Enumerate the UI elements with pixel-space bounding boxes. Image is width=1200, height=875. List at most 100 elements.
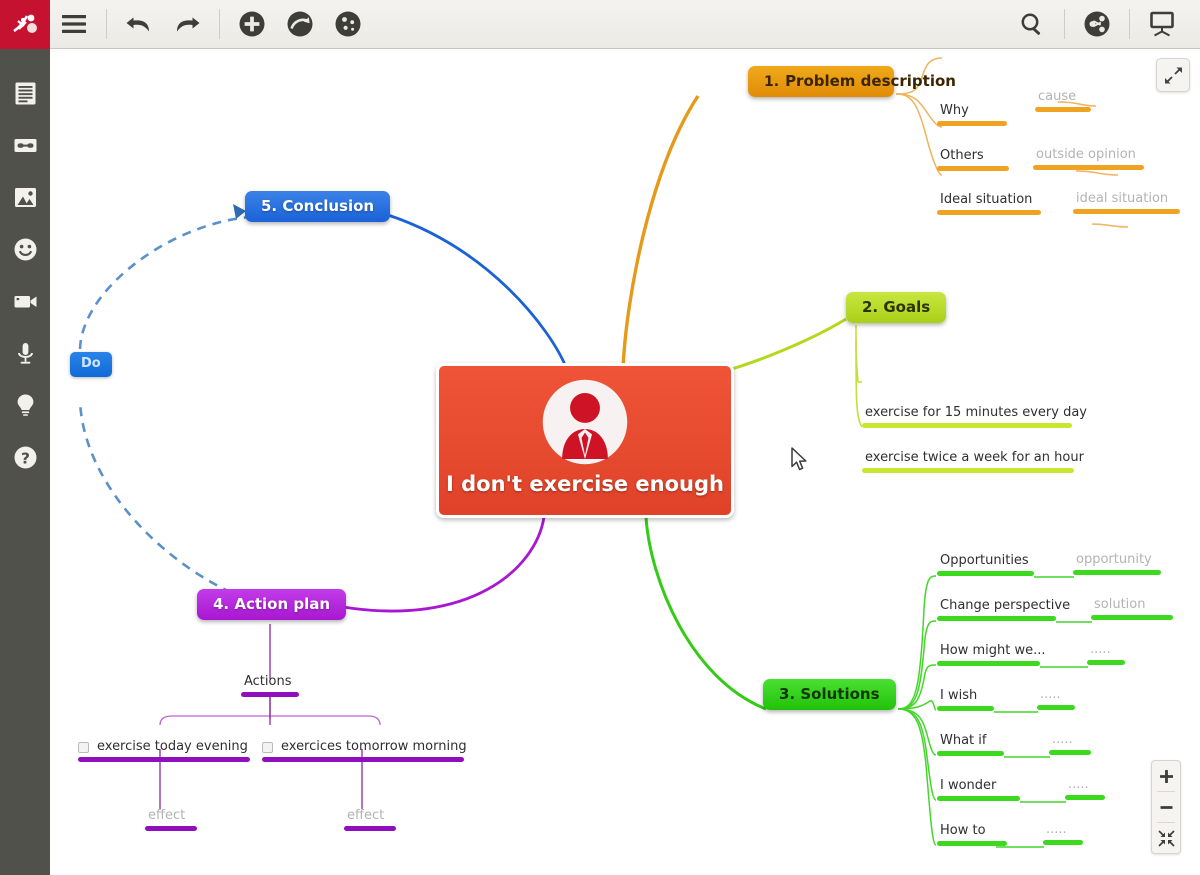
edge-root-conclusion [387, 213, 568, 368]
leaf-how-might-we-value[interactable]: ..... [1087, 640, 1125, 665]
leaf-effect-1[interactable]: effect [145, 806, 197, 831]
toolbar-divider-3 [1064, 9, 1065, 39]
leaf-how-to-value[interactable]: ..... [1043, 820, 1083, 845]
leaf-what-if-value-bar [1049, 750, 1091, 755]
leaf-i-wonder-value-bar [1065, 795, 1105, 800]
undo-button[interactable] [115, 0, 163, 49]
fit-to-screen-button[interactable] [1152, 823, 1180, 853]
mindmap-canvas[interactable]: I don't exercise enough 1. Problem descr… [50, 49, 1200, 875]
redo-button[interactable] [163, 0, 211, 49]
sidebar-item-emoji[interactable] [0, 223, 50, 275]
leaf-opportunities[interactable]: Opportunities [937, 551, 1034, 576]
mindmap-logo-icon [13, 14, 37, 33]
zoom-out-button[interactable] [1152, 792, 1180, 822]
top-toolbar [0, 0, 1200, 49]
plus-icon [1159, 769, 1173, 783]
leaf-i-wish-value[interactable]: ..... [1037, 685, 1075, 710]
leaf-ideal-situation-label: Ideal situation [940, 192, 1033, 207]
branch-node-solutions[interactable]: 3. Solutions [763, 679, 896, 711]
branch-node-problem-description[interactable]: 1. Problem description [748, 66, 956, 98]
leaf-actions-bar [241, 692, 299, 697]
sidebar-item-video[interactable] [0, 275, 50, 327]
leaf-goal-2-label: exercise twice a week for an hour [865, 450, 1084, 465]
expand-arrows-icon [1164, 66, 1182, 84]
expand-button[interactable] [1156, 58, 1190, 92]
leaf-goal-2[interactable]: exercise twice a week for an hour [862, 448, 1087, 473]
task-1-checkbox[interactable] [78, 742, 89, 753]
sidebar-item-idea[interactable] [0, 379, 50, 431]
leaf-goal-1[interactable]: exercise for 15 minutes every day [862, 403, 1090, 428]
leaf-outside-opinion[interactable]: outside opinion [1033, 145, 1144, 170]
question-mark-icon: ? [14, 446, 36, 468]
sidebar-item-note[interactable] [0, 67, 50, 119]
leaf-what-if[interactable]: What if [937, 731, 1004, 756]
leaf-i-wish-bar [937, 706, 994, 711]
leaf-change-perspective[interactable]: Change perspective [937, 596, 1073, 621]
task-2-checkbox[interactable] [262, 742, 273, 753]
leaf-goal-2-bar [862, 468, 1074, 473]
leaf-opportunity[interactable]: opportunity [1073, 550, 1161, 575]
edge-relationship-upper [78, 215, 251, 350]
leaf-solution[interactable]: solution [1091, 595, 1173, 620]
presentation-button[interactable] [1138, 0, 1186, 49]
leaf-others[interactable]: Others [937, 146, 1009, 171]
root-node[interactable]: I don't exercise enough [436, 363, 734, 518]
sidebar-item-help[interactable]: ? [0, 431, 50, 483]
branch-number-1: 1. [764, 73, 780, 90]
leaf-others-label: Others [940, 148, 984, 163]
relationship-label-do[interactable]: Do [70, 352, 112, 377]
leaf-cause[interactable]: cause [1035, 87, 1091, 112]
leaf-others-bar [937, 166, 1009, 171]
sidebar-item-image[interactable] [0, 171, 50, 223]
branch-node-goals[interactable]: 2. Goals [846, 292, 947, 324]
leaf-i-wonder[interactable]: I wonder [937, 776, 1020, 801]
leaf-i-wish-value-bar [1037, 705, 1075, 710]
leaf-how-to[interactable]: How to [937, 821, 1007, 846]
leaf-ideal-situation-value[interactable]: ideal situation [1073, 189, 1180, 214]
branch-node-action-plan[interactable]: 4. Action plan [197, 589, 347, 621]
leaf-task-1[interactable]: exercise today evening [78, 739, 251, 762]
leaf-effect-2[interactable]: effect [344, 806, 396, 831]
note-icon [15, 82, 35, 104]
image-icon [14, 187, 36, 207]
search-button[interactable] [1008, 0, 1056, 49]
relationship-label-text: Do [81, 356, 101, 371]
leaf-how-to-label: How to [940, 823, 986, 838]
leaf-what-if-value[interactable]: ..... [1049, 730, 1091, 755]
sidebar-item-audio[interactable] [0, 327, 50, 379]
leaf-how-to-dots: ..... [1046, 822, 1067, 837]
leaf-what-if-label: What if [940, 733, 987, 748]
branch-node-conclusion[interactable]: 5. Conclusion [245, 191, 391, 223]
leaf-i-wish[interactable]: I wish [937, 686, 994, 711]
edge-action-children [159, 624, 381, 809]
video-icon [14, 295, 36, 307]
zoom-in-button[interactable] [1152, 761, 1180, 791]
leaf-ideal-situation-bar [937, 210, 1041, 215]
leaf-actions[interactable]: Actions [241, 672, 299, 697]
leaf-i-wish-dots: ..... [1040, 687, 1061, 702]
leaf-task-2-row: exercices tomorrow morning [262, 739, 470, 756]
toolbar-divider-4 [1129, 9, 1130, 39]
leaf-i-wonder-dots: ..... [1068, 777, 1089, 792]
leaf-ideal-situation-value-label: ideal situation [1076, 191, 1169, 206]
style-button[interactable] [324, 0, 372, 49]
menu-button[interactable] [50, 0, 98, 49]
leaf-why-bar [937, 121, 1007, 126]
leaf-task-2[interactable]: exercices tomorrow morning [262, 739, 470, 762]
leaf-what-if-bar [937, 751, 1004, 756]
leaf-i-wonder-value[interactable]: ..... [1065, 775, 1105, 800]
share-button[interactable] [1073, 0, 1121, 49]
leaf-ideal-situation[interactable]: Ideal situation [937, 190, 1041, 215]
add-relationship-button[interactable] [276, 0, 324, 49]
leaf-i-wonder-bar [937, 796, 1020, 801]
leaf-cause-label: cause [1038, 89, 1077, 104]
zoom-controls [1151, 760, 1181, 854]
edge-relationship-lower [78, 400, 247, 601]
sidebar-item-link[interactable] [0, 119, 50, 171]
app-logo[interactable] [0, 0, 50, 49]
branch-label-goals: 2. Goals [862, 298, 931, 316]
add-node-button[interactable] [228, 0, 276, 49]
relationship-arrow-circle-icon [287, 11, 313, 37]
leaf-why[interactable]: Why [937, 101, 1007, 126]
leaf-how-might-we[interactable]: How might we... [937, 641, 1049, 666]
